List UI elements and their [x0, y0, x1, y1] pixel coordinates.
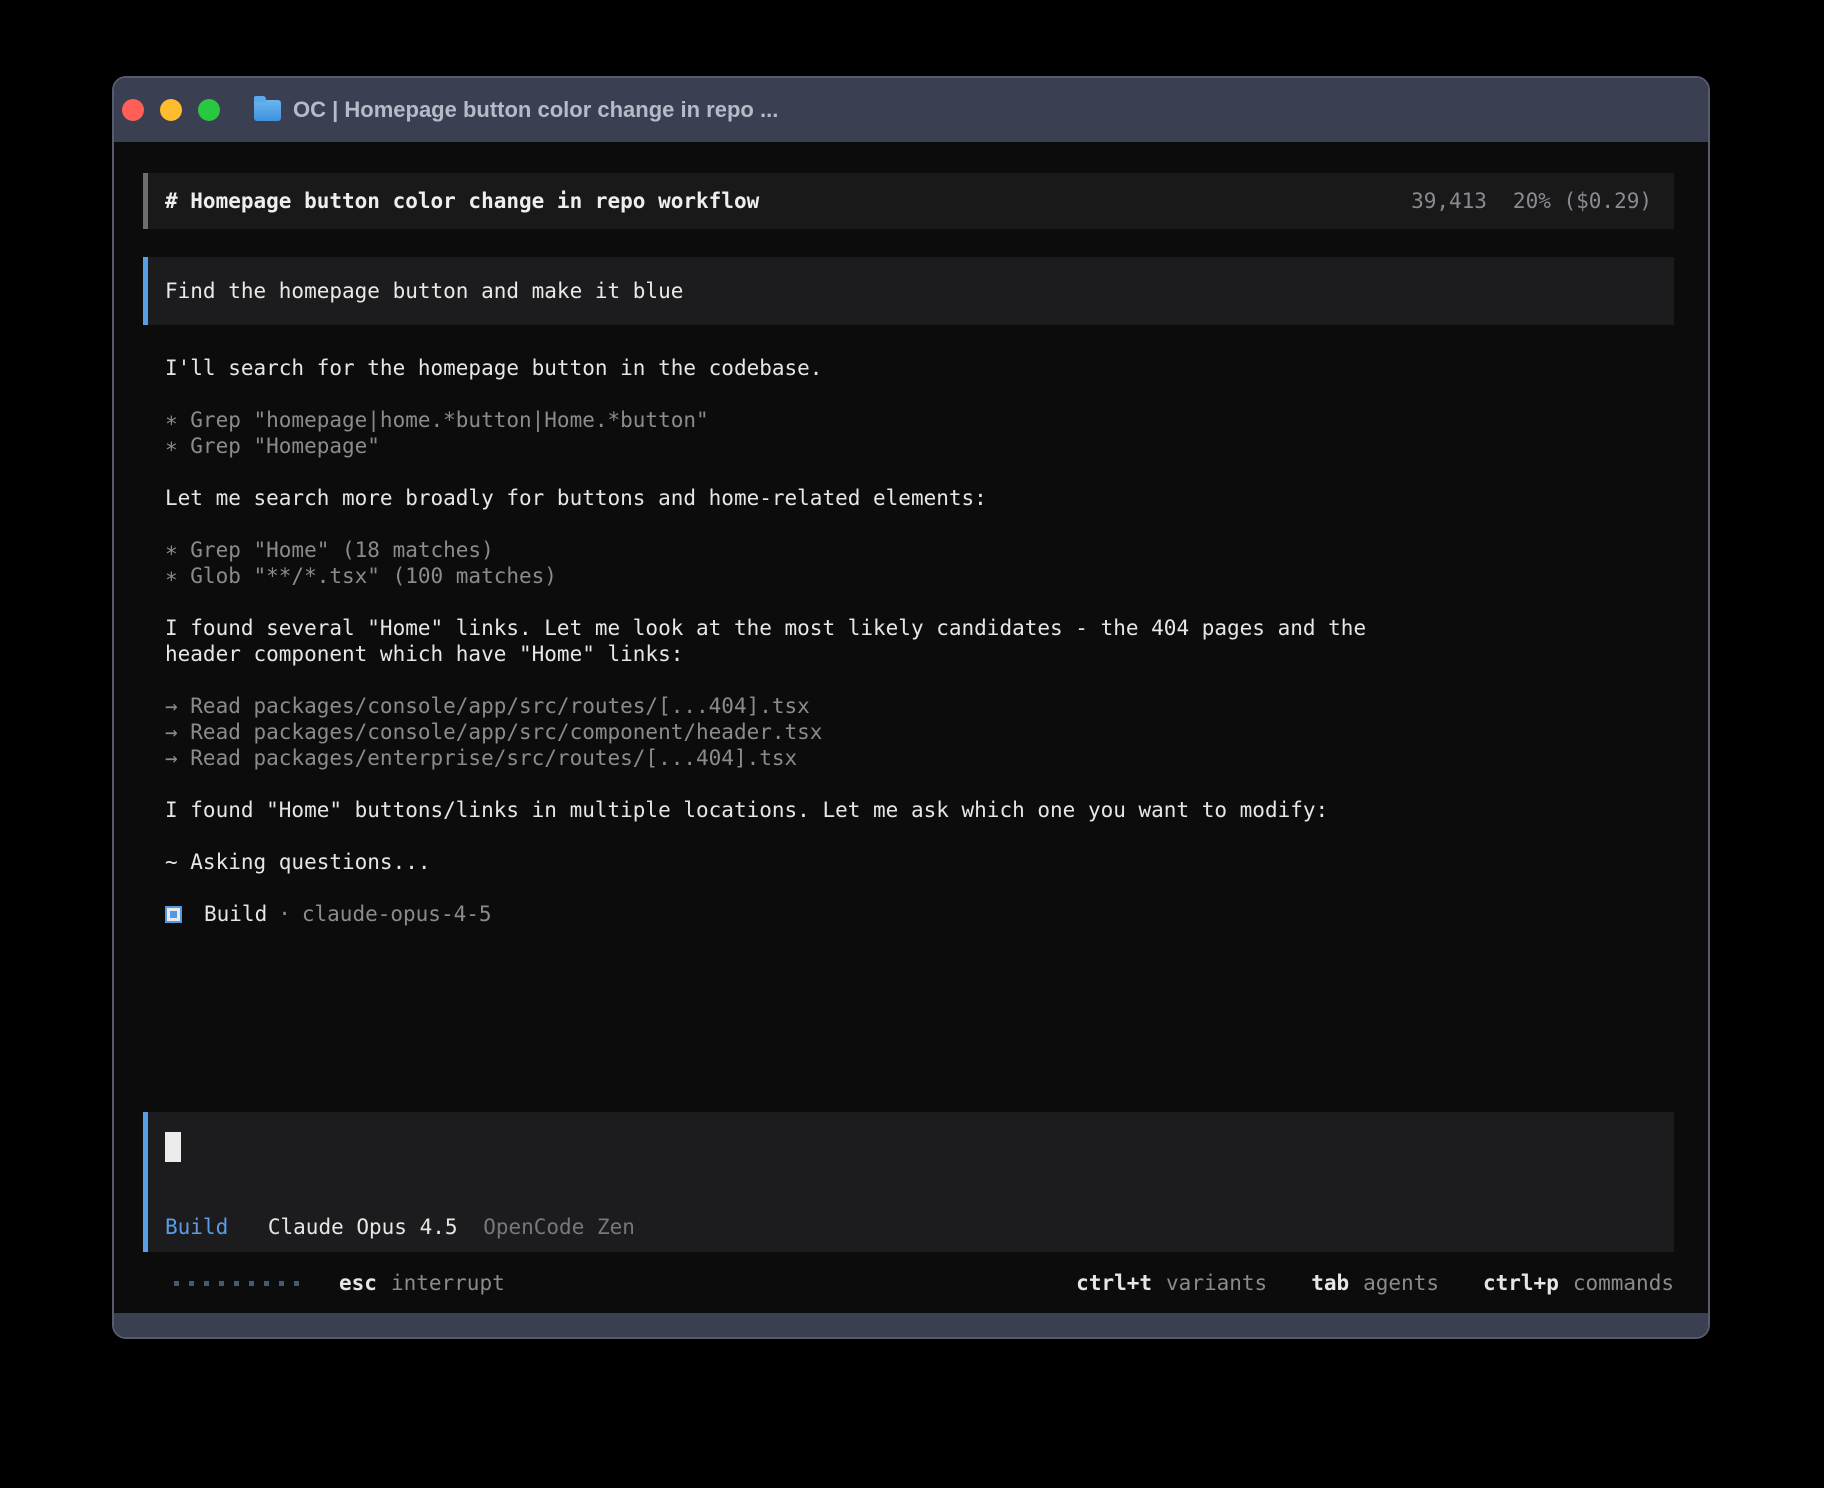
esc-label: interrupt: [391, 1270, 505, 1296]
agent-badge: Build · claude-opus-4-5: [165, 901, 1674, 927]
transcript-para-tool: → Read packages/console/app/src/routes/[…: [165, 693, 1425, 771]
transcript-para-tool: ∗ Grep "homepage|home.*button|Home.*butt…: [165, 407, 1425, 459]
shortcut-agents[interactable]: tab agents: [1311, 1270, 1439, 1296]
prompt-input[interactable]: Build Claude Opus 4.5 OpenCode Zen: [143, 1112, 1674, 1252]
tool-call-line: → Read packages/enterprise/src/routes/[.…: [165, 745, 1425, 771]
activity-dot: [234, 1281, 239, 1286]
statusbar: esc interrupt ctrl+t variants tab agents…: [143, 1270, 1674, 1296]
agent-icon: [165, 906, 182, 923]
session-stats: 39,413 20% ($0.29): [1411, 188, 1652, 214]
activity-dot: [189, 1281, 194, 1286]
assistant-text-line: Let me search more broadly for buttons a…: [165, 485, 1425, 511]
shortcut-variants[interactable]: ctrl+t variants: [1076, 1270, 1267, 1296]
tool-call-line: ∗ Grep "homepage|home.*button|Home.*butt…: [165, 407, 1425, 433]
transcript-para-text: ~ Asking questions...: [165, 849, 1425, 875]
shortcut-label: agents: [1363, 1270, 1439, 1296]
activity-dot: [279, 1281, 284, 1286]
activity-dot: [174, 1281, 179, 1286]
model-indicator[interactable]: Claude Opus 4.5: [268, 1215, 458, 1239]
agent-icon-dot: [170, 911, 177, 918]
mode-indicator[interactable]: Build: [165, 1215, 228, 1239]
session-title: # Homepage button color change in repo w…: [165, 188, 759, 214]
zoom-button[interactable]: [198, 99, 220, 121]
shortcut-commands[interactable]: ctrl+p commands: [1483, 1270, 1674, 1296]
session-header: # Homepage button color change in repo w…: [143, 173, 1674, 229]
assistant-text-line: ~ Asking questions...: [165, 849, 1425, 875]
transcript-para-text: I found several "Home" links. Let me loo…: [165, 615, 1425, 667]
activity-dot: [249, 1281, 254, 1286]
shortcut-key: ctrl+p: [1483, 1270, 1559, 1296]
activity-dot: [294, 1281, 299, 1286]
assistant-text-line: I found "Home" buttons/links in multiple…: [165, 797, 1425, 823]
transcript-para-text: Let me search more broadly for buttons a…: [165, 485, 1425, 511]
statusbar-left: esc interrupt: [143, 1270, 505, 1296]
tool-call-line: ∗ Grep "Homepage": [165, 433, 1425, 459]
titlebar[interactable]: OC | Homepage button color change in rep…: [114, 78, 1708, 142]
shortcut-label: variants: [1166, 1270, 1267, 1296]
statusbar-right: ctrl+t variants tab agents ctrl+p comman…: [1076, 1270, 1674, 1296]
user-message: Find the homepage button and make it blu…: [143, 257, 1674, 325]
transcript-para-tool: ∗ Grep "Home" (18 matches)∗ Glob "**/*.t…: [165, 537, 1425, 589]
assistant-text-line: I found several "Home" links. Let me loo…: [165, 615, 1425, 667]
esc-key[interactable]: esc: [339, 1270, 377, 1296]
user-message-text: Find the homepage button and make it blu…: [165, 279, 683, 303]
badge-model: claude-opus-4-5: [302, 901, 492, 927]
token-count: 39,413: [1411, 189, 1487, 213]
badge-separator: ·: [278, 901, 291, 927]
close-button[interactable]: [122, 99, 144, 121]
activity-dot: [204, 1281, 209, 1286]
context-usage: 20% ($0.29): [1513, 189, 1652, 213]
shortcut-key: tab: [1311, 1270, 1349, 1296]
transcript: I'll search for the homepage button in t…: [165, 355, 1425, 875]
activity-dot: [264, 1281, 269, 1286]
activity-dots: [174, 1281, 299, 1286]
tool-call-line: → Read packages/console/app/src/componen…: [165, 719, 1425, 745]
assistant-text-line: I'll search for the homepage button in t…: [165, 355, 1425, 381]
shortcut-label: commands: [1573, 1270, 1674, 1296]
text-cursor: [165, 1132, 181, 1162]
input-mode-line: Build Claude Opus 4.5 OpenCode Zen: [165, 1214, 635, 1240]
window-bottom-bar: [114, 1313, 1708, 1337]
agent-name: Build: [204, 901, 267, 927]
transcript-para-text: I'll search for the homepage button in t…: [165, 355, 1425, 381]
activity-dot: [219, 1281, 224, 1286]
provider-indicator: OpenCode Zen: [483, 1215, 635, 1239]
tool-call-line: ∗ Glob "**/*.tsx" (100 matches): [165, 563, 1425, 589]
folder-icon: [254, 100, 281, 121]
transcript-para-text: I found "Home" buttons/links in multiple…: [165, 797, 1425, 823]
shortcut-key: ctrl+t: [1076, 1270, 1152, 1296]
minimize-button[interactable]: [160, 99, 182, 121]
app-window: OC | Homepage button color change in rep…: [112, 76, 1710, 1339]
window-title: OC | Homepage button color change in rep…: [293, 97, 778, 123]
tool-call-line: → Read packages/console/app/src/routes/[…: [165, 693, 1425, 719]
tool-call-line: ∗ Grep "Home" (18 matches): [165, 537, 1425, 563]
traffic-lights: [122, 99, 220, 121]
terminal-content: # Homepage button color change in repo w…: [114, 142, 1708, 1313]
